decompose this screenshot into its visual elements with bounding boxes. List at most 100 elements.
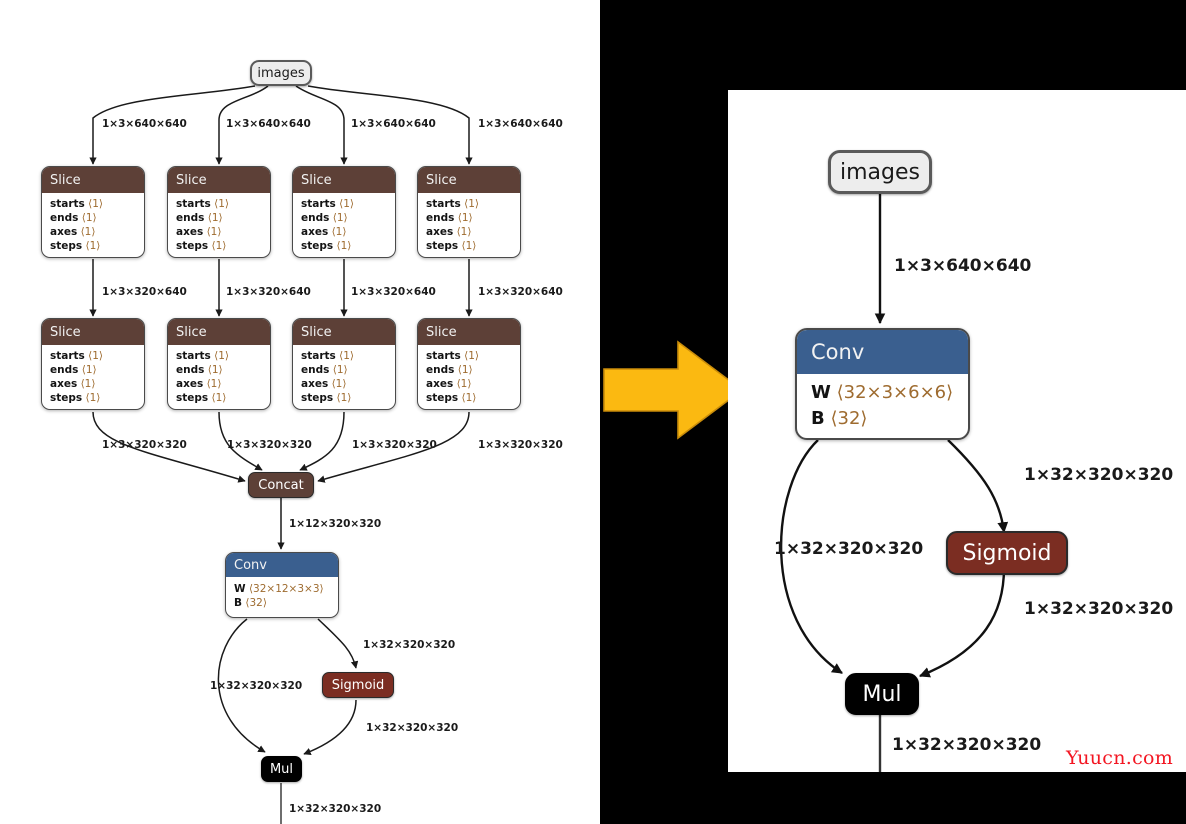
node-attrs: starts ⟨1⟩ ends ⟨1⟩ axes ⟨1⟩ steps ⟨1⟩ (42, 193, 144, 257)
left-node-slice-r2c2[interactable]: Slice starts ⟨1⟩ ends ⟨1⟩ axes ⟨1⟩ steps… (167, 318, 271, 410)
node-attrs: starts ⟨1⟩ ends ⟨1⟩ axes ⟨1⟩ steps ⟨1⟩ (418, 345, 520, 409)
node-header: Conv (797, 330, 968, 374)
node-header: Slice (418, 319, 520, 345)
left-node-images[interactable]: images (250, 60, 312, 86)
attr-steps: steps ⟨1⟩ (426, 391, 477, 404)
left-node-slice-r1c4[interactable]: Slice starts ⟨1⟩ ends ⟨1⟩ axes ⟨1⟩ steps… (417, 166, 521, 258)
attr-ends: ends ⟨1⟩ (176, 211, 223, 224)
left-node-slice-r1c1[interactable]: Slice starts ⟨1⟩ ends ⟨1⟩ axes ⟨1⟩ steps… (41, 166, 145, 258)
attr-starts: starts ⟨1⟩ (176, 198, 230, 210)
left-node-slice-r2c4[interactable]: Slice starts ⟨1⟩ ends ⟨1⟩ axes ⟨1⟩ steps… (417, 318, 521, 410)
left-node-slice-r2c1[interactable]: Slice starts ⟨1⟩ ends ⟨1⟩ axes ⟨1⟩ steps… (41, 318, 145, 410)
right-node-images[interactable]: images (828, 150, 932, 194)
attr-ends: ends ⟨1⟩ (301, 211, 348, 224)
attr-ends: ends ⟨1⟩ (426, 211, 473, 224)
left-node-concat[interactable]: Concat (248, 472, 314, 498)
attr-ends: ends ⟨1⟩ (50, 211, 97, 224)
right-node-mul-label: Mul (862, 681, 902, 707)
attr-starts: starts ⟨1⟩ (301, 350, 355, 362)
attr-ends: ends ⟨1⟩ (50, 363, 97, 376)
left-node-sigmoid-label: Sigmoid (331, 677, 385, 693)
attr-steps: steps ⟨1⟩ (301, 239, 352, 252)
node-header: Conv (226, 553, 338, 577)
attr-axes: axes ⟨1⟩ (50, 225, 96, 238)
left-edge-label-slice2-concat-2: 1×3×320×320 (227, 439, 312, 451)
attr-steps: steps ⟨1⟩ (176, 391, 227, 404)
right-node-conv[interactable]: Conv W ⟨32×3×6×6⟩ B ⟨32⟩ (795, 328, 970, 440)
node-header: Slice (168, 167, 270, 193)
node-attrs: starts ⟨1⟩ ends ⟨1⟩ axes ⟨1⟩ steps ⟨1⟩ (168, 345, 270, 409)
left-edge-label-slice1-slice2-4: 1×3×320×640 (478, 286, 563, 298)
left-node-images-label: images (257, 65, 305, 81)
attr-steps: steps ⟨1⟩ (426, 239, 477, 252)
right-edge-label-mul-out: 1×32×320×320 (892, 735, 1042, 755)
left-edge-label-sigmoid-mul: 1×32×320×320 (366, 722, 459, 734)
right-edge-label-sigmoid-mul: 1×32×320×320 (1024, 599, 1174, 619)
left-node-slice-r1c3[interactable]: Slice starts ⟨1⟩ ends ⟨1⟩ axes ⟨1⟩ steps… (292, 166, 396, 258)
attr-axes: axes ⟨1⟩ (426, 377, 472, 390)
left-edge-label-slice1-slice2-1: 1×3×320×640 (102, 286, 187, 298)
left-edge-label-mul-out: 1×32×320×320 (289, 803, 382, 815)
left-edge-label-concat-conv: 1×12×320×320 (289, 518, 382, 530)
left-edge-label-slice2-concat-1: 1×3×320×320 (102, 439, 187, 451)
left-node-mul[interactable]: Mul (261, 756, 302, 782)
attr-starts: starts ⟨1⟩ (426, 198, 480, 210)
left-node-slice-r1c2[interactable]: Slice starts ⟨1⟩ ends ⟨1⟩ axes ⟨1⟩ steps… (167, 166, 271, 258)
right-edge-label-conv-sigmoid: 1×32×320×320 (1024, 465, 1174, 485)
right-node-sigmoid-label: Sigmoid (962, 540, 1052, 566)
right-node-sigmoid[interactable]: Sigmoid (946, 531, 1068, 575)
left-edge-label-slice1-slice2-3: 1×3×320×640 (351, 286, 436, 298)
attr-axes: axes ⟨1⟩ (176, 377, 222, 390)
attr-axes: axes ⟨1⟩ (301, 225, 347, 238)
attr-steps: steps ⟨1⟩ (50, 239, 101, 252)
attr-axes: axes ⟨1⟩ (176, 225, 222, 238)
attr-ends: ends ⟨1⟩ (301, 363, 348, 376)
attr-axes: axes ⟨1⟩ (301, 377, 347, 390)
left-edge-label-conv-sigmoid: 1×32×320×320 (363, 639, 456, 651)
attr-ends: ends ⟨1⟩ (426, 363, 473, 376)
node-header: Slice (293, 167, 395, 193)
left-node-concat-label: Concat (258, 477, 304, 493)
left-edge-label-conv-mul: 1×32×320×320 (210, 680, 303, 692)
attr-axes: axes ⟨1⟩ (426, 225, 472, 238)
attr-starts: starts ⟨1⟩ (176, 350, 230, 362)
left-edge-label-images-slice-4: 1×3×640×640 (478, 118, 563, 130)
right-graph-panel: images 1×3×640×640 Conv W ⟨32×3×6×6⟩ B ⟨… (728, 90, 1186, 772)
figure-root: images 1×3×640×640 1×3×640×640 1×3×640×6… (0, 0, 1186, 824)
left-edge-label-slice2-concat-3: 1×3×320×320 (352, 439, 437, 451)
attr-starts: starts ⟨1⟩ (301, 198, 355, 210)
left-edge-label-slice2-concat-4: 1×3×320×320 (478, 439, 563, 451)
node-attrs: W ⟨32×12×3×3⟩ B ⟨32⟩ (226, 577, 338, 617)
left-edge-label-slice1-slice2-2: 1×3×320×640 (226, 286, 311, 298)
right-edge-label-images-conv: 1×3×640×640 (894, 256, 1032, 276)
attr-weight: W ⟨32×3×6×6⟩ (811, 382, 954, 403)
attr-bias: B ⟨32⟩ (811, 408, 868, 430)
node-header: Slice (168, 319, 270, 345)
left-edge-label-images-slice-2: 1×3×640×640 (226, 118, 311, 130)
attr-bias: B ⟨32⟩ (234, 597, 267, 609)
node-attrs: starts ⟨1⟩ ends ⟨1⟩ axes ⟨1⟩ steps ⟨1⟩ (42, 345, 144, 409)
node-header: Slice (293, 319, 395, 345)
attr-weight: W ⟨32×12×3×3⟩ (234, 583, 324, 596)
attr-steps: steps ⟨1⟩ (301, 391, 352, 404)
left-edge-label-images-slice-1: 1×3×640×640 (102, 118, 187, 130)
node-attrs: W ⟨32×3×6×6⟩ B ⟨32⟩ (797, 374, 968, 438)
right-node-mul[interactable]: Mul (845, 673, 919, 715)
node-attrs: starts ⟨1⟩ ends ⟨1⟩ axes ⟨1⟩ steps ⟨1⟩ (293, 193, 395, 257)
node-header: Slice (42, 319, 144, 345)
node-attrs: starts ⟨1⟩ ends ⟨1⟩ axes ⟨1⟩ steps ⟨1⟩ (418, 193, 520, 257)
left-graph-panel: images 1×3×640×640 1×3×640×640 1×3×640×6… (0, 0, 600, 824)
node-attrs: starts ⟨1⟩ ends ⟨1⟩ axes ⟨1⟩ steps ⟨1⟩ (168, 193, 270, 257)
node-attrs: starts ⟨1⟩ ends ⟨1⟩ axes ⟨1⟩ steps ⟨1⟩ (293, 345, 395, 409)
attr-starts: starts ⟨1⟩ (50, 350, 104, 362)
left-node-sigmoid[interactable]: Sigmoid (322, 672, 394, 698)
left-node-slice-r2c3[interactable]: Slice starts ⟨1⟩ ends ⟨1⟩ axes ⟨1⟩ steps… (292, 318, 396, 410)
right-node-images-label: images (840, 159, 920, 185)
left-edge-label-images-slice-3: 1×3×640×640 (351, 118, 436, 130)
attr-starts: starts ⟨1⟩ (50, 198, 104, 210)
node-header: Slice (418, 167, 520, 193)
attr-starts: starts ⟨1⟩ (426, 350, 480, 362)
left-node-conv[interactable]: Conv W ⟨32×12×3×3⟩ B ⟨32⟩ (225, 552, 339, 618)
attr-steps: steps ⟨1⟩ (50, 391, 101, 404)
watermark: Yuucn.com (1066, 747, 1174, 769)
